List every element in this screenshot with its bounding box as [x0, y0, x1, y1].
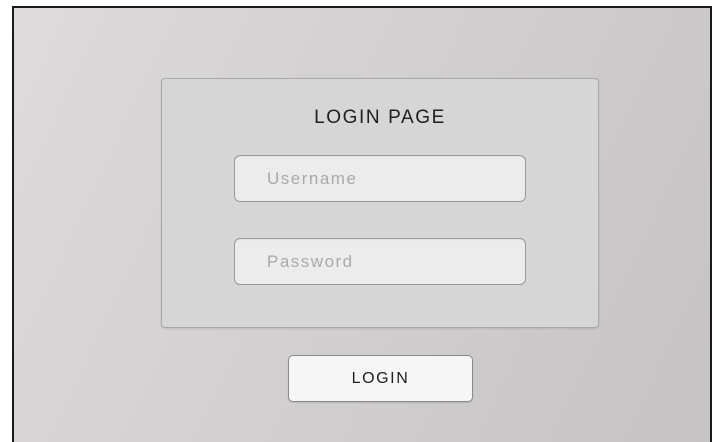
app-window: LOGIN PAGE LOGIN — [12, 6, 712, 442]
username-input[interactable] — [234, 155, 526, 202]
login-panel: LOGIN PAGE — [161, 78, 599, 328]
password-input[interactable] — [234, 238, 526, 285]
login-button[interactable]: LOGIN — [288, 355, 473, 402]
page-title: LOGIN PAGE — [314, 107, 446, 128]
